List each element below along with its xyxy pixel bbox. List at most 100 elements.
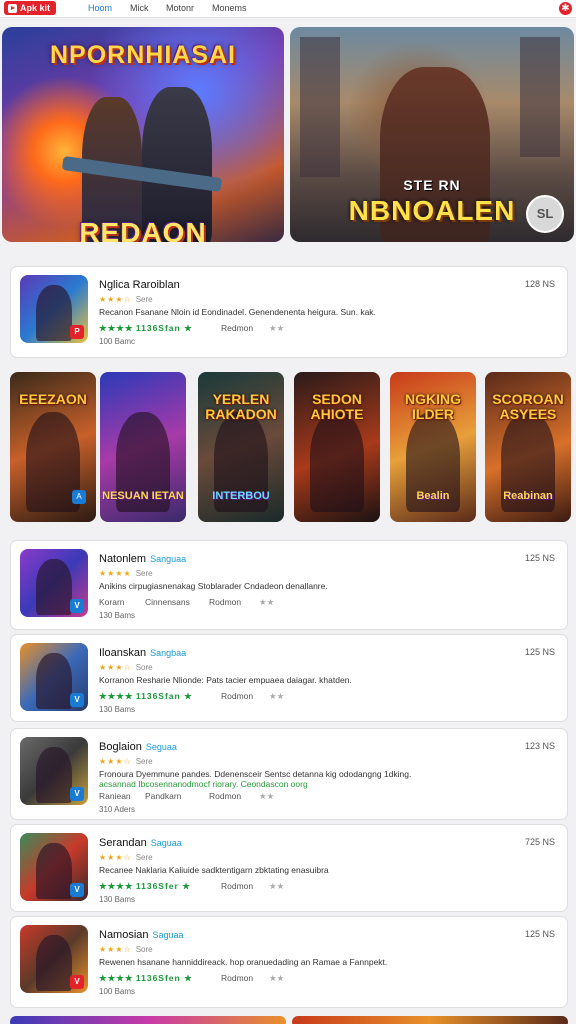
tile-title: YERLEN RAKADON bbox=[205, 391, 277, 422]
play-icon bbox=[8, 3, 17, 13]
green-stars: ★★★★ bbox=[99, 691, 134, 701]
app-badge: V bbox=[70, 883, 84, 897]
meta-tag: Rodmon bbox=[221, 881, 254, 891]
app-name: Natonlem bbox=[99, 553, 147, 565]
install-count: 100 Bamc bbox=[99, 337, 136, 346]
tile-title: NESUAN IETAN bbox=[102, 490, 184, 502]
meta-tag: Rodmon bbox=[209, 791, 242, 801]
building-art bbox=[300, 37, 340, 177]
app-size: 125 NS bbox=[524, 929, 555, 939]
rating-label: Sere bbox=[135, 569, 153, 578]
app-badge: V bbox=[70, 787, 84, 801]
app-name: Namosian bbox=[99, 929, 149, 941]
app-description: Fronoura Dyemmune pandes. Ddenensceir Se… bbox=[99, 769, 412, 779]
app-description: Recanon Fsanane Nloin id Eondinadel. Gen… bbox=[99, 307, 376, 317]
app-meta: ★★★★ 1136Sfan ★ Rodmon ★★ bbox=[99, 691, 284, 702]
app-logo[interactable]: Apk kit bbox=[4, 1, 57, 15]
game-tile-1[interactable]: EEEZAON A bbox=[10, 372, 96, 522]
app-size: 123 NS bbox=[524, 741, 555, 751]
install-count: 310 Aders bbox=[99, 805, 136, 814]
tile-subtitle: Reabinan bbox=[503, 490, 553, 502]
app-category: Saguaa bbox=[150, 838, 182, 848]
app-meta: ★★★★ 1136Sfer ★ Rodmon ★★ bbox=[99, 881, 284, 892]
featured-banner-1[interactable]: NPORNHIASAI REDAON bbox=[2, 27, 284, 242]
tile-badge: A bbox=[72, 490, 86, 504]
game-tile-4[interactable]: SEDON AHIOTE bbox=[294, 372, 380, 522]
character-art bbox=[36, 843, 72, 899]
logo-text: Apk kit bbox=[20, 3, 51, 13]
app-meta: ★★★★ 1136Sfen ★ Rodmon ★★ bbox=[99, 973, 284, 984]
app-badge: V bbox=[70, 693, 84, 707]
featured-app-card[interactable]: P Nglica Raroiblan 128 NS ★★★☆ Sere Recan… bbox=[10, 266, 568, 358]
character-art bbox=[36, 559, 72, 615]
app-size: 128 NS bbox=[524, 279, 555, 289]
next-banner-peek[interactable] bbox=[292, 1016, 568, 1024]
grey-stars: ★★ bbox=[269, 881, 285, 891]
app-description: Recanee Naklaria Kaliuide sadktentigarn … bbox=[99, 865, 329, 875]
app-icon: V bbox=[20, 925, 88, 993]
grey-stars: ★★ bbox=[269, 323, 285, 333]
nav-monems[interactable]: Monems bbox=[212, 3, 247, 13]
game-tile-3[interactable]: YERLEN RAKADON INTERBOU bbox=[198, 372, 284, 522]
app-name: Serandan bbox=[99, 837, 147, 849]
app-card[interactable]: V Serandan Saguaa 725 NS ★★★☆ Sere Recanee… bbox=[10, 824, 568, 912]
app-icon: P bbox=[20, 275, 88, 343]
rating-stars: ★★★☆ Sore bbox=[99, 945, 153, 954]
meta-tag: Cinnensans bbox=[145, 597, 190, 607]
meta-tag: Korarn bbox=[99, 597, 125, 607]
nav-home[interactable]: Hoom bbox=[88, 3, 112, 13]
app-title: Iloanskan Sangbaa bbox=[99, 647, 186, 659]
app-card[interactable]: V Natonlem Sanguaa 125 NS ★★★★ Sere Anikin… bbox=[10, 540, 568, 630]
banner-badge[interactable]: SL bbox=[526, 195, 564, 233]
app-icon: V bbox=[20, 549, 88, 617]
character-art bbox=[36, 285, 72, 341]
character-art bbox=[36, 747, 72, 803]
game-tile-2[interactable]: NESUAN IETAN bbox=[100, 372, 186, 522]
app-card[interactable]: V Boglaion Seguaa 123 NS ★★★☆ Sere Fronour… bbox=[10, 728, 568, 820]
install-count: 130 Bams bbox=[99, 611, 136, 620]
app-description: Anikins cirpugiasnenakag Stoblarader Cnd… bbox=[99, 581, 328, 591]
app-title: Boglaion Seguaa bbox=[99, 741, 177, 753]
next-banner-peek[interactable] bbox=[10, 1016, 286, 1024]
install-count: 130 Bams bbox=[99, 895, 136, 904]
app-meta: Raniean Pandkarn Rodmon ★★ bbox=[99, 791, 274, 801]
install-count: 100 Bams bbox=[99, 987, 136, 996]
game-tile-6[interactable]: SCOROAN ASYEES Reabinan bbox=[485, 372, 571, 522]
green-stars: ★★★★ bbox=[99, 881, 134, 891]
meta-tag: Pandkarn bbox=[145, 791, 182, 801]
app-name: Iloanskan bbox=[99, 647, 147, 659]
app-category: Saguaa bbox=[152, 930, 184, 940]
nav-motonr[interactable]: Motonr bbox=[166, 3, 194, 13]
rating-label: Sere bbox=[135, 757, 153, 766]
banner-title: STE RN bbox=[403, 177, 461, 193]
rating-label: Sere bbox=[135, 853, 153, 862]
meta-tag: Redmon bbox=[221, 323, 254, 333]
green-count: 1136Sfan ★ bbox=[135, 691, 193, 701]
app-name: Boglaion bbox=[99, 741, 142, 753]
tile-title: SEDON AHIOTE bbox=[310, 391, 364, 422]
rating-label: Sere bbox=[135, 295, 153, 304]
app-category: Sanguaa bbox=[150, 554, 187, 564]
meta-tag: Raniean bbox=[99, 791, 131, 801]
app-icon: V bbox=[20, 737, 88, 805]
game-tile-5[interactable]: NGKING ILDER Bealin bbox=[390, 372, 476, 522]
settings-gear-icon[interactable]: ✱ bbox=[559, 2, 572, 15]
tile-title: SCOROAN ASYEES bbox=[492, 391, 564, 422]
install-count: 130 Bams bbox=[99, 705, 136, 714]
app-meta: Korarn Cinnensans Rodmon ★★ bbox=[99, 597, 274, 607]
nav-mick[interactable]: Mick bbox=[130, 3, 149, 13]
app-badge: V bbox=[70, 975, 84, 989]
character-art bbox=[310, 412, 364, 512]
app-size: 725 NS bbox=[524, 837, 555, 847]
tile-title: NGKING ILDER bbox=[405, 391, 461, 422]
app-title: Namosian Saguaa bbox=[99, 929, 184, 941]
app-card[interactable]: V Iloanskan Sangbaa 125 NS ★★★☆ Sore Korra… bbox=[10, 634, 568, 722]
featured-banner-2[interactable]: STE RN NBNOALEN SL bbox=[290, 27, 574, 242]
meta-tag: Rodmon bbox=[209, 597, 242, 607]
rating-stars: ★★★★ Sere bbox=[99, 569, 153, 578]
app-badge: V bbox=[70, 599, 84, 613]
app-icon: V bbox=[20, 833, 88, 901]
app-card[interactable]: V Namosian Saguaa 125 NS ★★★☆ Sore Rewenen… bbox=[10, 916, 568, 1008]
rating-stars: ★★★☆ Sere bbox=[99, 295, 153, 304]
character-art bbox=[36, 935, 72, 991]
